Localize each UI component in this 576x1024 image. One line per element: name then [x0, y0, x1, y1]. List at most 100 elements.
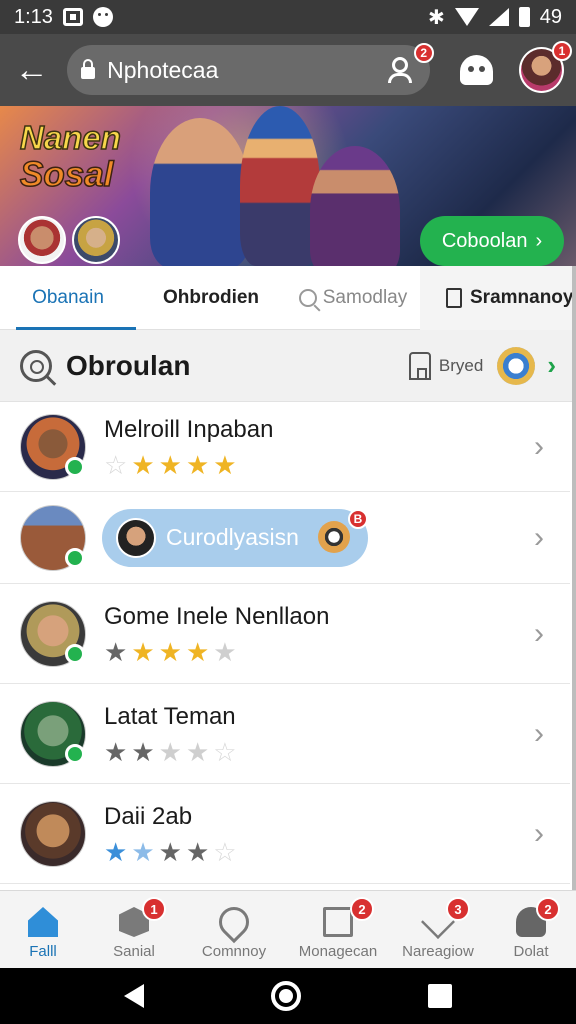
eye-icon	[318, 520, 350, 553]
star-icon: ★	[185, 449, 210, 480]
nav-item-dolat[interactable]: Dolat 2	[486, 891, 576, 968]
system-nav-bar	[0, 968, 576, 1024]
list-item-name: Latat Teman	[104, 702, 236, 730]
star-icon: ★	[158, 636, 182, 667]
url-text: Nphotecaa	[107, 56, 219, 83]
avatar	[20, 600, 86, 667]
sort-label[interactable]: Bryed	[439, 356, 483, 376]
pill-text: Curodlyasisn	[166, 524, 299, 550]
star-icon: ★	[185, 736, 210, 767]
lock-icon	[81, 59, 96, 79]
chevron-right-icon[interactable]: ›	[534, 617, 544, 651]
avatar	[20, 504, 86, 571]
tab-ohbrodien[interactable]: Ohbrodien	[136, 266, 286, 330]
chevron-right-icon[interactable]: ›	[534, 521, 544, 555]
gear-search-icon	[20, 349, 52, 382]
online-status-dot	[65, 643, 85, 664]
coin-icon[interactable]	[497, 346, 536, 385]
nav-item-monagecan[interactable]: Monagecan 2	[286, 891, 390, 968]
status-time: 1:13	[14, 5, 53, 28]
star-rating: ★ ★ ★ ★ ★	[104, 639, 329, 665]
star-icon: ★	[131, 836, 155, 867]
hero-avatar-2[interactable]	[72, 216, 120, 264]
hero-character-3	[310, 146, 400, 266]
wifi-icon	[454, 8, 479, 26]
star-rating: ☆ ★ ★ ★ ★	[104, 452, 273, 478]
chevron-right-icon[interactable]: ›	[547, 350, 556, 381]
list-item[interactable]: Latat Teman ★ ★ ★ ★ ☆ ›	[0, 684, 570, 784]
avatar	[20, 413, 86, 480]
star-icon: ☆	[213, 836, 237, 867]
nav-item-comnnoy[interactable]: Comnnoy	[182, 891, 286, 968]
system-home-icon[interactable]	[270, 981, 301, 1011]
hero-cta-button[interactable]: Coboolan ›	[420, 216, 564, 266]
pill-avatar	[116, 517, 156, 558]
star-icon: ★	[104, 636, 128, 667]
star-icon: ★	[131, 449, 155, 480]
star-icon: ☆	[213, 736, 237, 767]
status-pill[interactable]: Curodlyasisn B	[102, 508, 368, 567]
list-item[interactable]: Daii 2ab ★ ★ ★ ★ ☆ ›	[0, 784, 570, 884]
chevron-right-icon[interactable]: ›	[534, 717, 544, 751]
address-bar[interactable]: Nphotecaa 2	[67, 43, 434, 95]
chevron-right-icon[interactable]: ›	[534, 430, 544, 464]
tab-bar: Obanain Ohbrodien Samodlay Sramnanoy	[0, 265, 576, 330]
battery-icon	[518, 7, 530, 27]
star-rating: ★ ★ ★ ★ ☆	[104, 739, 237, 765]
chevron-right-icon[interactable]: ›	[534, 817, 544, 851]
star-icon: ★	[104, 836, 128, 867]
tab-obanain[interactable]: Obanain	[0, 266, 136, 330]
star-icon: ★	[104, 736, 128, 767]
app-bar: ← Nphotecaa 2 1	[0, 34, 576, 106]
hero-cta-label: Coboolan	[441, 229, 528, 252]
nav-item-falll[interactable]: Falll	[0, 891, 86, 968]
people-icon[interactable]: 2	[386, 43, 434, 85]
tab-sramnanoy[interactable]: Sramnanoy	[420, 265, 576, 330]
pill-badge: B	[348, 508, 368, 529]
nav-item-sanial[interactable]: Sanial 1	[86, 891, 182, 968]
building-icon[interactable]	[408, 351, 431, 380]
online-status-dot	[65, 456, 85, 477]
star-icon: ★	[213, 636, 237, 667]
online-status-dot	[65, 743, 85, 764]
avatar	[20, 700, 86, 767]
star-icon: ★	[131, 636, 155, 667]
star-icon: ★	[158, 836, 182, 867]
status-bar: 1:13 ✱ 49	[0, 0, 576, 34]
star-icon: ☆	[104, 449, 128, 480]
hero-character-1	[150, 118, 250, 266]
nav-badge: 2	[350, 897, 374, 921]
list-item-name: Daii 2ab	[104, 802, 193, 830]
ghost-icon[interactable]	[459, 55, 493, 85]
scrollbar[interactable]	[572, 266, 576, 890]
chevron-right-icon: ›	[535, 229, 543, 252]
pin-icon	[212, 900, 256, 944]
hero-avatar-1[interactable]	[18, 216, 66, 264]
user-avatar[interactable]: 1	[518, 41, 572, 93]
list-item[interactable]: Gome Inele Nenllaon ★ ★ ★ ★ ★ ›	[0, 584, 570, 684]
system-back-icon[interactable]	[123, 984, 144, 1008]
star-icon: ★	[131, 736, 155, 767]
mail-icon	[323, 907, 353, 937]
bluetooth-icon: ✱	[427, 6, 445, 29]
tab-samodlay[interactable]: Samodlay	[286, 266, 420, 330]
star-icon: ★	[213, 449, 237, 480]
home-icon	[28, 907, 58, 937]
section-title: Obroulan	[66, 349, 191, 381]
search-icon	[298, 288, 317, 307]
nav-badge: 3	[446, 897, 470, 921]
nav-badge: 1	[142, 897, 166, 921]
notification-box-icon	[62, 8, 83, 26]
list-item[interactable]: Melroill Inpaban ☆ ★ ★ ★ ★ ›	[0, 402, 570, 492]
star-icon: ★	[185, 636, 210, 667]
list-item[interactable]: Curodlyasisn B ›	[0, 492, 570, 584]
nav-badge: 2	[536, 897, 560, 921]
star-icon: ★	[158, 449, 182, 480]
avatar	[20, 800, 86, 867]
signal-icon	[488, 8, 509, 26]
back-arrow-icon[interactable]: ←	[12, 50, 51, 90]
list-item-name: Melroill Inpaban	[104, 415, 274, 443]
system-recents-icon[interactable]	[428, 984, 453, 1008]
game-logo: Nanen Sosal	[19, 119, 121, 195]
nav-item-nareagiow[interactable]: Nareagiow 3	[390, 891, 486, 968]
